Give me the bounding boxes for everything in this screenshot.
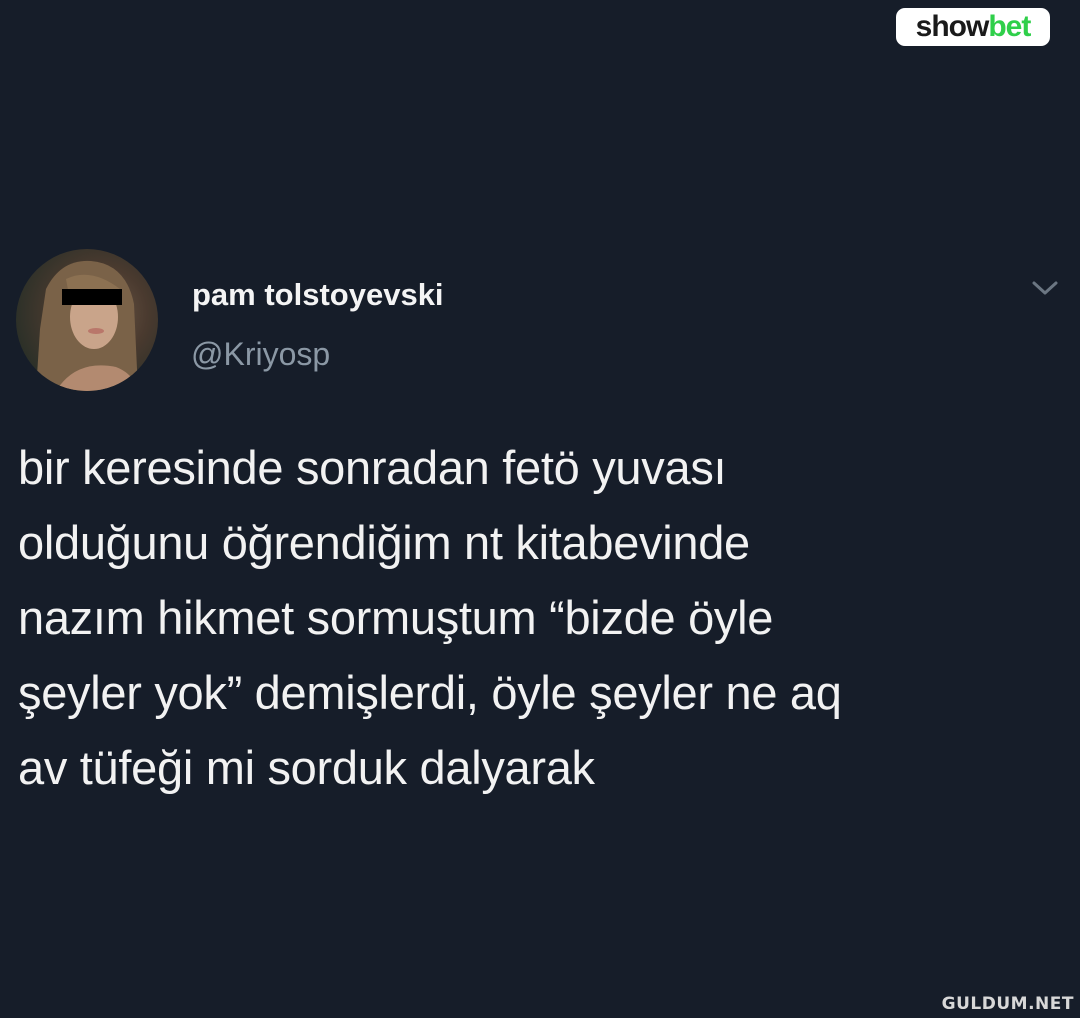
- avatar[interactable]: [16, 249, 158, 391]
- avatar-image: [36, 260, 138, 391]
- user-handle[interactable]: @Kriyosp: [191, 334, 330, 374]
- tweet-card: pam tolstoyevski @Kriyosp bir keresinde …: [0, 0, 1080, 1018]
- site-watermark: GULDUM.NET: [941, 994, 1074, 1014]
- display-name[interactable]: pam tolstoyevski: [192, 276, 444, 314]
- chevron-down-icon[interactable]: [1030, 276, 1060, 300]
- tweet-text: bir keresinde sonradan fetö yuvası olduğ…: [18, 441, 842, 794]
